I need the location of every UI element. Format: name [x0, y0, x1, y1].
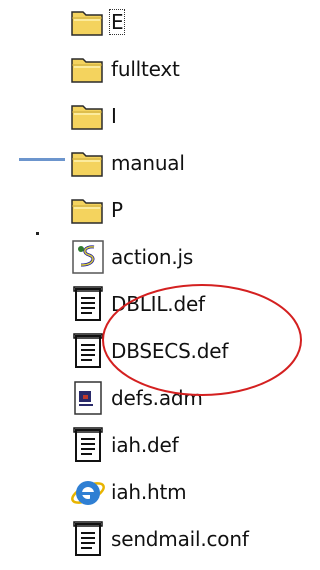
text-file-icon: [68, 519, 108, 559]
file-label: DBLIL.def: [111, 292, 205, 316]
file-item-i[interactable]: I: [68, 96, 118, 136]
file-item-sendmail-conf[interactable]: sendmail.conf: [68, 519, 250, 559]
file-item-dblil-def[interactable]: DBLIL.def: [68, 284, 206, 324]
file-label: P: [111, 198, 123, 222]
folder-icon: [68, 96, 108, 136]
file-item-dbsecs-def[interactable]: DBSECS.def: [68, 331, 229, 371]
folder-icon: [68, 143, 108, 183]
file-label: defs.adm: [111, 386, 203, 410]
file-tree: E fulltext I manual P action.js DBLIL.de…: [0, 0, 308, 570]
file-label: iah.def: [111, 433, 179, 457]
folder-icon: [68, 190, 108, 230]
file-label: manual: [111, 151, 185, 175]
tree-dot: [36, 232, 39, 235]
text-file-icon: [68, 284, 108, 324]
text-file-icon: [68, 331, 108, 371]
file-item-manual[interactable]: manual: [68, 143, 186, 183]
file-item-fulltext[interactable]: fulltext: [68, 49, 181, 89]
file-item-e[interactable]: E: [68, 2, 126, 42]
file-item-p[interactable]: P: [68, 190, 124, 230]
file-item-defs-adm[interactable]: defs.adm: [68, 378, 204, 418]
file-label: fulltext: [111, 57, 180, 81]
file-item-iah-def[interactable]: iah.def: [68, 425, 180, 465]
adm-file-icon: [68, 378, 108, 418]
folder-icon: [68, 2, 108, 42]
file-label: sendmail.conf: [111, 527, 249, 551]
file-label: action.js: [111, 245, 194, 269]
file-label: E: [108, 9, 126, 35]
file-item-iah-htm[interactable]: iah.htm: [68, 472, 187, 512]
file-item-action-js[interactable]: action.js: [68, 237, 194, 277]
file-label: I: [111, 104, 117, 128]
internet-explorer-icon: [68, 472, 108, 512]
script-file-icon: [68, 237, 108, 277]
file-label: iah.htm: [111, 480, 187, 504]
file-label: DBSECS.def: [111, 339, 229, 363]
text-file-icon: [68, 425, 108, 465]
tree-connector-line: [19, 158, 65, 161]
folder-icon: [68, 49, 108, 89]
